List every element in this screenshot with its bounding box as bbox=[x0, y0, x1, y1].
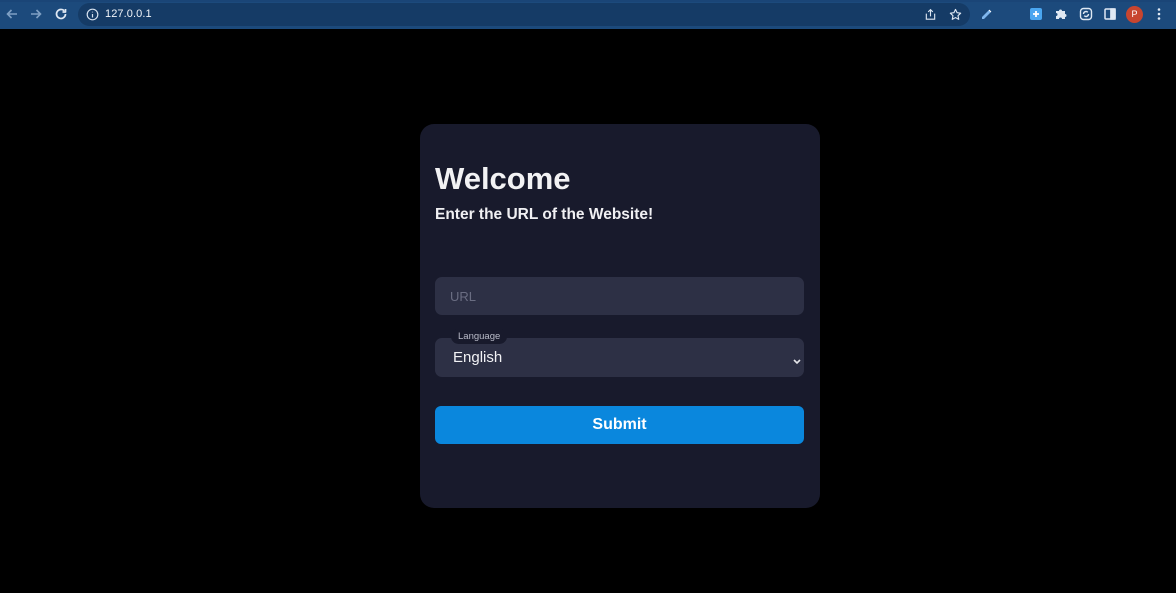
forward-arrow-icon[interactable] bbox=[28, 6, 44, 22]
profile-avatar[interactable]: P bbox=[1126, 6, 1143, 23]
language-label: Language bbox=[451, 329, 508, 344]
site-info-icon[interactable] bbox=[86, 8, 99, 21]
address-url-text: 127.0.0.1 bbox=[105, 8, 152, 20]
page-title: Welcome bbox=[435, 161, 571, 196]
welcome-card: Welcome Enter the URL of the Website! En… bbox=[420, 124, 820, 508]
extension-pen-icon[interactable] bbox=[979, 6, 995, 22]
side-panel-icon[interactable] bbox=[1102, 6, 1118, 22]
browser-toolbar: 127.0.0.1 P bbox=[0, 0, 1176, 29]
bookmark-star-icon[interactable] bbox=[948, 7, 963, 22]
menu-kebab-icon[interactable] bbox=[1151, 6, 1167, 22]
reload-icon[interactable] bbox=[53, 6, 69, 22]
share-icon[interactable] bbox=[923, 7, 938, 22]
submit-button[interactable]: Submit bbox=[435, 406, 804, 444]
language-selected-value: English bbox=[453, 349, 503, 366]
tab-strip-edge bbox=[0, 0, 1176, 2]
address-bar[interactable]: 127.0.0.1 bbox=[78, 3, 970, 26]
sync-icon[interactable] bbox=[1078, 6, 1094, 22]
page-subtitle: Enter the URL of the Website! bbox=[435, 206, 654, 223]
chevron-down-icon bbox=[792, 353, 802, 365]
back-arrow-icon[interactable] bbox=[4, 6, 20, 22]
extensions-puzzle-icon[interactable] bbox=[1053, 6, 1069, 22]
url-input[interactable] bbox=[435, 277, 804, 315]
extension-plus-icon[interactable] bbox=[1028, 6, 1044, 22]
